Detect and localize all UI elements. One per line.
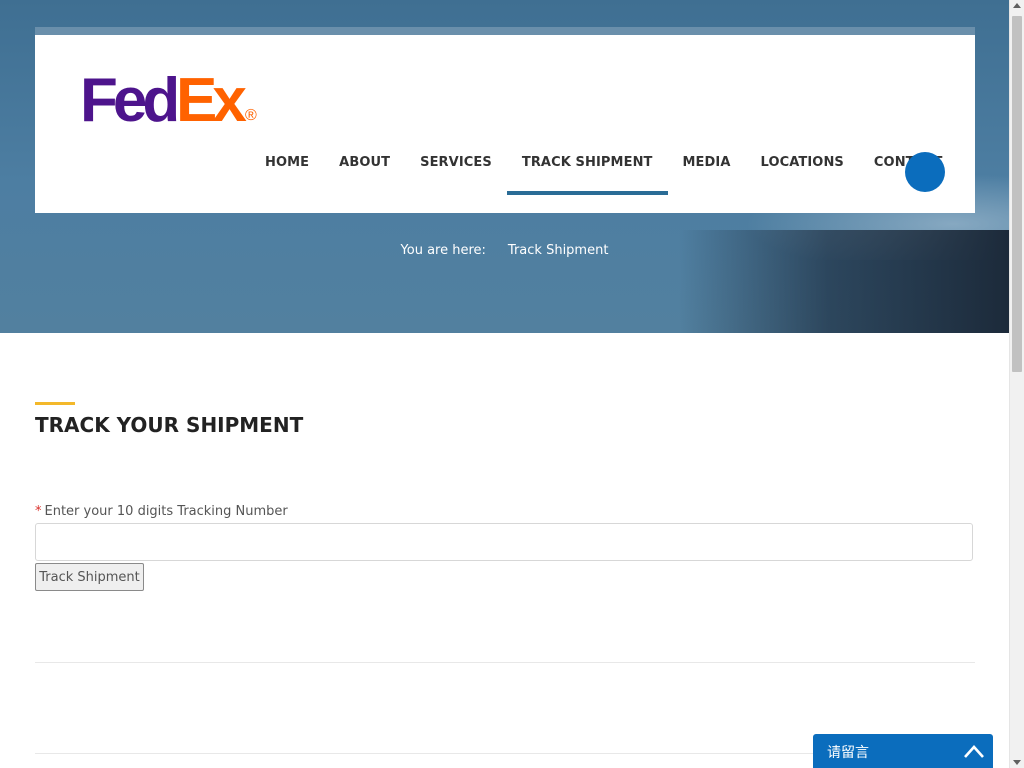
logo-fed-text: Fed bbox=[80, 66, 176, 131]
search-button[interactable] bbox=[905, 152, 945, 192]
page-title: TRACK YOUR SHIPMENT bbox=[35, 413, 304, 437]
chat-widget[interactable]: 请留言 bbox=[813, 734, 993, 768]
scroll-down-icon[interactable] bbox=[1013, 760, 1021, 765]
breadcrumb: You are here: Track Shipment bbox=[0, 243, 1009, 258]
tracking-number-input[interactable] bbox=[35, 523, 973, 561]
nav-item-home[interactable]: HOME bbox=[250, 153, 324, 173]
section-title-accent bbox=[35, 402, 75, 405]
nav-item-about[interactable]: ABOUT bbox=[324, 153, 405, 173]
site-header: Fed Ex ® HOME ABOUT SERVICES TRACK SHIPM… bbox=[35, 35, 975, 213]
fedex-logo[interactable]: Fed Ex ® bbox=[80, 61, 265, 131]
nav-item-media[interactable]: MEDIA bbox=[668, 153, 746, 173]
tracking-number-label-text: Enter your 10 digits Tracking Number bbox=[44, 504, 288, 519]
nav-item-locations[interactable]: LOCATIONS bbox=[746, 153, 859, 173]
logo-registered-mark: ® bbox=[245, 107, 257, 124]
breadcrumb-prefix: You are here: bbox=[400, 243, 486, 258]
tracking-number-label: * Enter your 10 digits Tracking Number bbox=[35, 504, 288, 519]
page-scrollbar[interactable] bbox=[1009, 0, 1024, 768]
logo-ex-text: Ex bbox=[176, 66, 247, 131]
scrollbar-thumb[interactable] bbox=[1012, 16, 1022, 372]
content-divider bbox=[35, 662, 975, 663]
main-nav: HOME ABOUT SERVICES TRACK SHIPMENT MEDIA… bbox=[250, 153, 957, 195]
nav-item-services[interactable]: SERVICES bbox=[405, 153, 507, 173]
scroll-up-icon[interactable] bbox=[1013, 3, 1021, 8]
track-shipment-button[interactable]: Track Shipment bbox=[35, 563, 144, 591]
nav-item-track-shipment[interactable]: TRACK SHIPMENT bbox=[506, 153, 668, 195]
expand-icon[interactable] bbox=[963, 740, 985, 762]
chat-widget-label: 请留言 bbox=[827, 745, 869, 761]
hero-banner: Fed Ex ® HOME ABOUT SERVICES TRACK SHIPM… bbox=[0, 0, 1009, 333]
breadcrumb-current[interactable]: Track Shipment bbox=[508, 243, 609, 258]
required-marker: * bbox=[35, 504, 42, 519]
